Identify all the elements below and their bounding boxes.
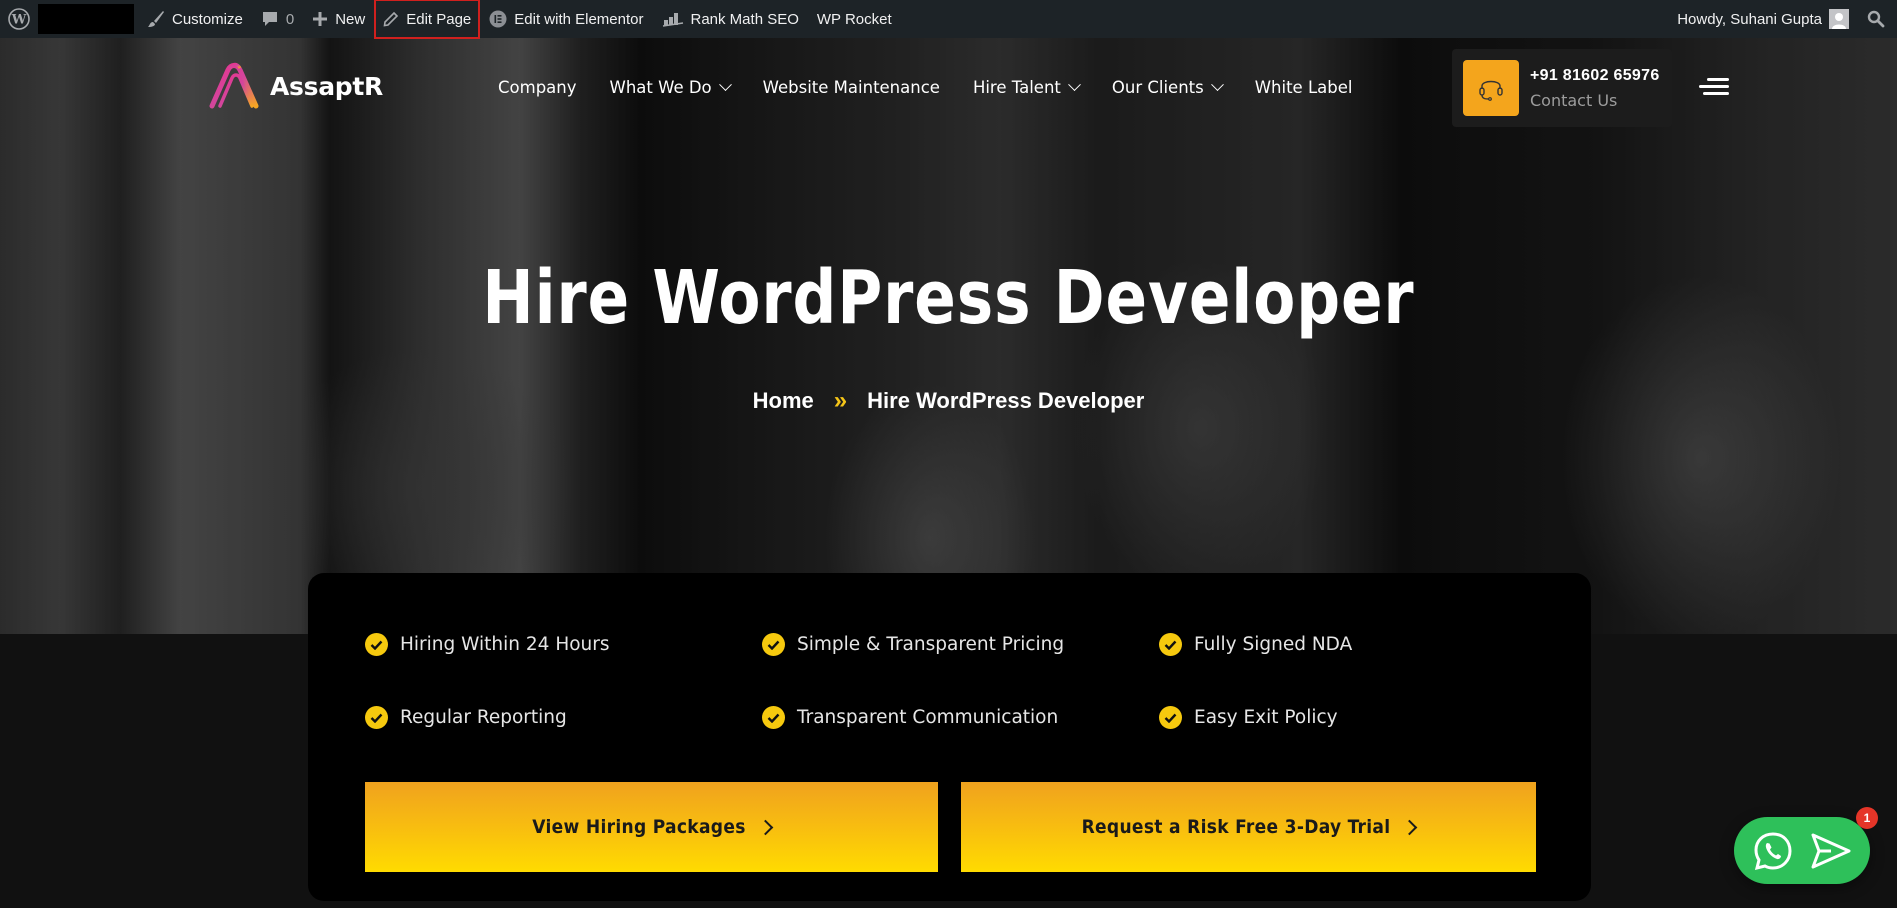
site-header: AssaptR Company What We Do Website Maint… bbox=[0, 38, 1897, 136]
feature-label: Simple & Transparent Pricing bbox=[797, 634, 1065, 655]
wordpress-icon: W bbox=[8, 8, 30, 30]
page-title: Hire WordPress Developer bbox=[482, 255, 1415, 341]
search-button[interactable] bbox=[1858, 0, 1897, 38]
main-navigation: Company What We Do Website Maintenance H… bbox=[498, 78, 1385, 97]
feature-label: Easy Exit Policy bbox=[1194, 707, 1338, 728]
check-circle-icon bbox=[365, 633, 388, 656]
feature-item: Simple & Transparent Pricing bbox=[762, 633, 1064, 656]
feature-item: Easy Exit Policy bbox=[1159, 706, 1338, 729]
feature-item: Hiring Within 24 Hours bbox=[365, 633, 610, 656]
rank-math-button[interactable]: Rank Math SEO bbox=[653, 0, 808, 38]
howdy-greeting: Howdy, Suhani Gupta bbox=[1677, 10, 1822, 28]
edit-page-label: Edit Page bbox=[406, 10, 472, 28]
customize-button[interactable]: Customize bbox=[138, 0, 252, 38]
assaptr-logo-icon bbox=[209, 62, 259, 109]
features-card: Hiring Within 24 Hours Simple & Transpar… bbox=[308, 573, 1591, 901]
breadcrumb-home[interactable]: Home bbox=[753, 388, 814, 414]
whatsapp-icon[interactable] bbox=[1752, 830, 1794, 872]
nav-label: Our Clients bbox=[1111, 78, 1204, 97]
feature-item: Regular Reporting bbox=[365, 706, 567, 729]
comments-button[interactable]: 0 bbox=[252, 0, 303, 38]
site-logo[interactable]: AssaptR bbox=[206, 60, 383, 112]
check-circle-icon bbox=[1159, 706, 1182, 729]
nav-item-hire-talent[interactable]: Hire Talent bbox=[972, 78, 1081, 97]
breadcrumb: Home » Hire WordPress Developer bbox=[0, 387, 1897, 415]
edit-page-button[interactable]: Edit Page bbox=[374, 0, 481, 39]
rank-math-label: Rank Math SEO bbox=[690, 10, 799, 28]
nav-item-website-maintenance[interactable]: Website Maintenance bbox=[763, 78, 940, 97]
send-icon[interactable] bbox=[1809, 831, 1853, 871]
headset-icon bbox=[1463, 60, 1519, 116]
elementor-label: Edit with Elementor bbox=[514, 10, 644, 28]
new-button[interactable]: New bbox=[303, 0, 374, 38]
pencil-icon bbox=[383, 11, 399, 27]
customize-label: Customize bbox=[172, 10, 243, 28]
nav-label: What We Do bbox=[609, 78, 712, 97]
chevron-down-icon bbox=[1210, 78, 1224, 92]
nav-label: White Label bbox=[1254, 78, 1353, 97]
chat-widget[interactable]: 1 bbox=[1734, 807, 1878, 884]
account-menu[interactable]: Howdy, Suhani Gupta bbox=[1668, 0, 1858, 38]
redacted-site-name[interactable] bbox=[38, 4, 134, 34]
plus-icon bbox=[313, 12, 328, 26]
logo-text: AssaptR bbox=[270, 71, 383, 101]
new-label: New bbox=[335, 10, 366, 28]
feature-item: Transparent Communication bbox=[762, 706, 1058, 729]
feature-label: Regular Reporting bbox=[400, 707, 567, 728]
elementor-icon bbox=[489, 10, 507, 28]
check-circle-icon bbox=[1159, 633, 1182, 656]
comment-icon bbox=[262, 12, 277, 26]
edit-with-elementor-button[interactable]: Edit with Elementor bbox=[480, 0, 652, 38]
breadcrumb-current: Hire WordPress Developer bbox=[867, 388, 1145, 413]
contact-phone[interactable]: +91 81602 65976 bbox=[1530, 67, 1660, 85]
check-circle-icon bbox=[365, 706, 388, 729]
check-circle-icon bbox=[762, 706, 785, 729]
search-icon bbox=[1867, 10, 1885, 28]
paintbrush-icon bbox=[148, 11, 164, 27]
nav-item-our-clients[interactable]: Our Clients bbox=[1111, 78, 1224, 97]
chevron-right-icon bbox=[757, 819, 774, 835]
view-hiring-packages-button[interactable]: View Hiring Packages bbox=[365, 782, 938, 872]
notification-badge: 1 bbox=[1856, 807, 1878, 829]
feature-label: Transparent Communication bbox=[797, 707, 1059, 728]
rank-math-icon bbox=[662, 13, 683, 27]
wp-rocket-button[interactable]: WP Rocket bbox=[808, 0, 901, 38]
contact-box[interactable]: +91 81602 65976 Contact Us bbox=[1452, 49, 1672, 127]
nav-item-what-we-do[interactable]: What We Do bbox=[609, 78, 732, 97]
chevron-down-icon bbox=[718, 78, 732, 92]
check-circle-icon bbox=[762, 633, 785, 656]
cta-label: Request a Risk Free 3-Day Trial bbox=[1081, 816, 1391, 838]
contact-label: Contact Us bbox=[1530, 90, 1618, 110]
comments-count: 0 bbox=[285, 10, 295, 28]
svg-text:W: W bbox=[11, 13, 27, 28]
user-avatar-icon bbox=[1829, 9, 1849, 29]
chevron-right-icon bbox=[1402, 819, 1418, 835]
request-trial-button[interactable]: Request a Risk Free 3-Day Trial bbox=[961, 782, 1536, 872]
nav-label: Company bbox=[498, 78, 577, 97]
feature-label: Hiring Within 24 Hours bbox=[400, 634, 610, 655]
wordpress-logo-button[interactable]: W bbox=[0, 0, 38, 38]
nav-label: Website Maintenance bbox=[762, 78, 940, 97]
hamburger-menu-icon[interactable] bbox=[1697, 78, 1729, 96]
nav-item-white-label[interactable]: White Label bbox=[1255, 78, 1353, 97]
cta-label: View Hiring Packages bbox=[532, 816, 746, 838]
breadcrumb-separator-icon: » bbox=[833, 387, 848, 414]
chevron-down-icon bbox=[1068, 78, 1081, 92]
nav-item-company[interactable]: Company bbox=[498, 78, 577, 97]
wp-admin-bar: W Customize 0 New Edit Page Edit with El… bbox=[0, 0, 1897, 39]
nav-label: Hire Talent bbox=[972, 78, 1061, 97]
wp-rocket-label: WP Rocket bbox=[816, 10, 892, 28]
feature-item: Fully Signed NDA bbox=[1159, 633, 1352, 656]
feature-label: Fully Signed NDA bbox=[1194, 634, 1353, 655]
